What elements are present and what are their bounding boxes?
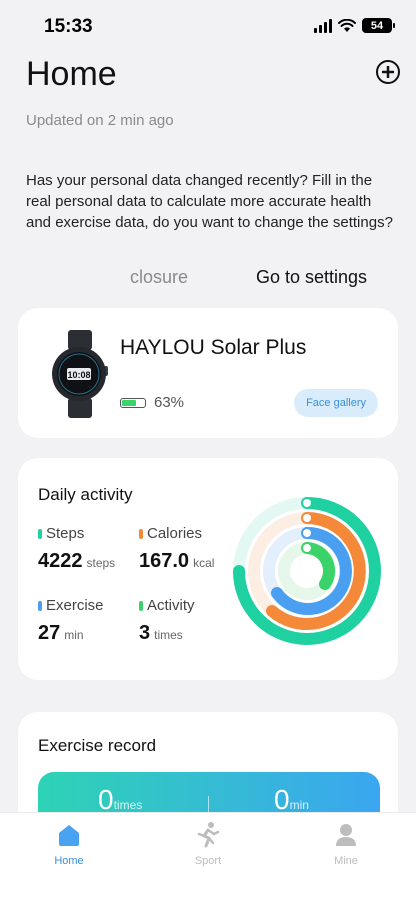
activity-unit: times — [154, 628, 183, 642]
calories-label: Calories — [147, 525, 203, 542]
nav-sport-label: Sport — [194, 855, 222, 867]
exercise-record-title: Exercise record — [38, 736, 157, 755]
calories-value: 167.0 — [139, 550, 190, 572]
exercise-value: 27 — [38, 622, 61, 644]
exercise-unit: min — [64, 628, 84, 642]
notice-actions: closure Go to settings — [0, 267, 416, 291]
activity-value: 3 — [139, 622, 151, 644]
device-battery-fill — [122, 400, 136, 406]
watch-image: 10:08 — [52, 330, 108, 418]
daily-activity-card[interactable]: Daily activity Steps 4222 steps Calories … — [18, 458, 398, 680]
user-icon — [336, 824, 356, 846]
face-gallery-button[interactable]: Face gallery — [294, 389, 378, 417]
running-icon — [197, 822, 220, 848]
exercise-label: Exercise — [46, 597, 104, 614]
steps-metric: Steps 4222 steps — [38, 525, 115, 573]
closure-button[interactable]: closure — [130, 267, 188, 288]
watch-face-time: 10:08 — [67, 370, 90, 380]
daily-activity-title: Daily activity — [38, 485, 133, 504]
calories-dot — [139, 528, 143, 539]
steps-dot — [38, 528, 42, 539]
steps-value: 4222 — [38, 550, 83, 572]
activity-dot — [139, 600, 143, 611]
wifi-icon — [338, 18, 356, 32]
exercise-dot — [38, 600, 42, 611]
activity-metric: Activity 3 times — [139, 597, 195, 645]
steps-unit: steps — [86, 556, 116, 570]
personal-data-notice: Has your personal data changed recently?… — [26, 172, 393, 231]
go-to-settings-button[interactable]: Go to settings — [256, 267, 367, 288]
steps-label: Steps — [46, 525, 85, 542]
exercise-metric: Exercise 27 min — [38, 597, 104, 645]
exercise-divider — [208, 796, 209, 812]
home-icon — [59, 825, 79, 846]
nav-sport[interactable]: Sport — [168, 821, 248, 867]
battery-icon: 54 — [362, 18, 395, 33]
device-battery-percent: 63% — [154, 394, 185, 411]
exercise-times-unit: times — [113, 798, 143, 812]
status-icons: 54 — [314, 18, 395, 33]
calories-metric: Calories 167.0 kcal — [139, 525, 214, 573]
nav-home-label: Home — [54, 855, 84, 867]
device-name: HAYLOU Solar Plus — [120, 336, 307, 359]
exercise-minutes-unit: min — [289, 798, 309, 812]
calories-unit: kcal — [193, 556, 215, 570]
signal-icon — [314, 18, 332, 33]
battery-level: 54 — [370, 19, 384, 32]
nav-mine[interactable]: Mine — [306, 821, 386, 867]
nav-mine-label: Mine — [334, 855, 358, 867]
updated-status: Updated on 2 min ago — [26, 112, 174, 129]
device-battery-bar — [120, 398, 146, 408]
activity-label: Activity — [147, 597, 195, 614]
status-time: 15:33 — [44, 16, 93, 37]
bottom-nav: Home Sport Mine — [0, 812, 416, 900]
status-bar: 15:33 54 — [0, 0, 416, 52]
page-title: Home — [26, 55, 117, 93]
add-device-button[interactable] — [376, 60, 400, 84]
plus-icon — [382, 66, 394, 78]
nav-home[interactable]: Home — [29, 821, 109, 867]
activity-rings — [233, 497, 381, 645]
device-card[interactable]: 10:08 HAYLOU Solar Plus 63% Face gallery — [18, 308, 398, 438]
